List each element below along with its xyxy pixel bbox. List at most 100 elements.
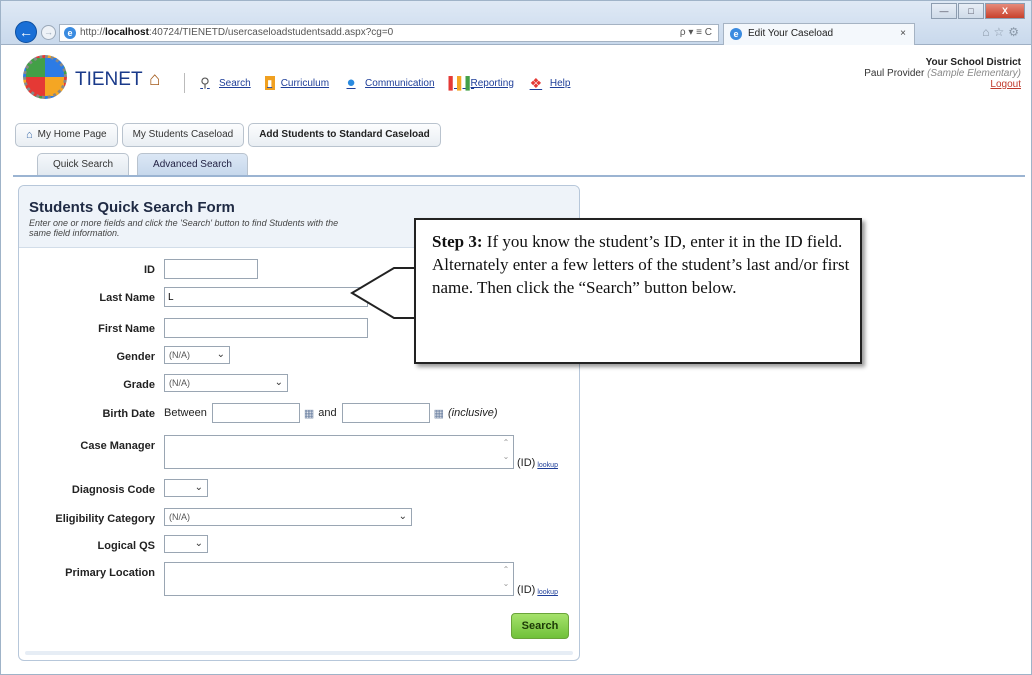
close-window-button[interactable]: X: [985, 3, 1025, 19]
chevron-down-icon: ⌄: [274, 377, 283, 388]
birth-date-label: Birth Date: [102, 408, 155, 420]
nav-curriculum[interactable]: ▮ Curriculum: [264, 76, 330, 90]
provider-name: Paul Provider: [864, 68, 925, 79]
maximize-button[interactable]: □: [958, 3, 984, 19]
eligibility-value: (N/A): [169, 512, 190, 522]
search-button[interactable]: Search: [511, 613, 569, 639]
crumb-my-home-page[interactable]: ⌂ My Home Page: [15, 123, 118, 147]
row-primary-location: Primary Location ⌃ ⌄ (ID) lookup: [19, 562, 579, 598]
logical-qs-select[interactable]: ⌄: [164, 535, 208, 553]
nav-curriculum-label: Curriculum: [280, 77, 330, 89]
help-icon: ❖: [529, 75, 543, 91]
browser-window: — □ X ← → e http://localhost:40724/TIENE…: [0, 0, 1032, 675]
row-eligibility: Eligibility Category (N/A) ⌄: [19, 508, 579, 532]
gender-select[interactable]: (N/A) ⌄: [164, 346, 230, 364]
row-grade: Grade (N/A) ⌄: [19, 374, 579, 398]
breadcrumb: ⌂ My Home Page My Students Caseload Add S…: [15, 123, 441, 147]
form-subtitle: Enter one or more fields and click the '…: [29, 218, 339, 238]
tab-underline: [13, 175, 1025, 177]
address-bar[interactable]: e http://localhost:40724/TIENETD/usercas…: [59, 24, 719, 42]
search-tabs: Quick Search Advanced Search: [37, 153, 248, 175]
primary-location-label: Primary Location: [65, 567, 155, 579]
address-controls[interactable]: ρ ▾ ≡ C: [680, 25, 712, 41]
ie-tab-icon: e: [730, 28, 742, 40]
tienet-logo-icon: [23, 55, 67, 99]
callout-step: Step 3:: [432, 232, 483, 251]
callout-text: If you know the student’s ID, enter it i…: [432, 232, 850, 297]
nav-help-label: Help: [549, 77, 571, 89]
window-controls: — □ X: [931, 3, 1025, 19]
browser-toolbar: — □ X ← → e http://localhost:40724/TIENE…: [1, 1, 1031, 45]
crumb-add-students[interactable]: Add Students to Standard Caseload: [248, 123, 441, 147]
last-name-input[interactable]: [164, 287, 368, 307]
eligibility-select[interactable]: (N/A) ⌄: [164, 508, 412, 526]
back-arrow-icon[interactable]: ←: [15, 21, 37, 43]
calendar-icon[interactable]: ▦: [434, 407, 444, 420]
nav-help[interactable]: ❖ Help: [528, 75, 571, 91]
id-input[interactable]: [164, 259, 258, 279]
form-title: Students Quick Search Form: [29, 199, 235, 216]
birth-date-to-input[interactable]: [341, 403, 430, 423]
close-tab-icon[interactable]: ×: [900, 24, 906, 44]
browser-tab[interactable]: e Edit Your Caseload ×: [723, 23, 915, 45]
primary-location-lookup-link[interactable]: lookup: [537, 589, 558, 596]
calendar-icon[interactable]: ▦: [304, 407, 314, 420]
nav-reporting-label: Reporting: [470, 77, 514, 89]
provider-school: (Sample Elementary): [927, 68, 1021, 79]
row-diagnosis-code: Diagnosis Code ⌄: [19, 479, 579, 503]
first-name-input[interactable]: [164, 318, 368, 338]
home-icon: ⌂: [26, 129, 33, 141]
tab-quick-search[interactable]: Quick Search: [37, 153, 130, 175]
grade-label: Grade: [123, 379, 155, 391]
nav-reporting[interactable]: ▌▌▌ Reporting: [449, 75, 514, 91]
between-label: Between: [164, 407, 207, 419]
app-header: TIENET ⌂ ⚲ Search ▮ Curriculum ● Communi…: [9, 53, 1027, 111]
minimize-button[interactable]: —: [931, 3, 957, 19]
user-info: Your School District Paul Provider (Samp…: [864, 57, 1021, 90]
bar-chart-icon: ▌▌▌: [448, 76, 475, 90]
row-logical-qs: Logical QS ⌄: [19, 535, 579, 559]
main-nav: ⚲ Search ▮ Curriculum ● Communication ▌▌…: [184, 73, 584, 93]
case-manager-lookup-link[interactable]: lookup: [537, 462, 558, 469]
chevron-down-icon: ⌄: [194, 538, 203, 549]
gender-value: (N/A): [169, 350, 190, 360]
forward-arrow-icon[interactable]: →: [41, 25, 56, 40]
id-label: ID: [144, 264, 155, 276]
logical-qs-label: Logical QS: [97, 540, 155, 552]
diagnosis-code-label: Diagnosis Code: [71, 484, 155, 496]
chat-bubble-icon: ●: [346, 74, 356, 91]
grade-value: (N/A): [169, 378, 190, 388]
chevron-down-icon: ⌄: [398, 511, 407, 522]
diagnosis-code-select[interactable]: ⌄: [164, 479, 208, 497]
home-icon[interactable]: ⌂: [149, 69, 160, 91]
nav-divider: [184, 73, 185, 93]
nav-search-label: Search: [219, 77, 251, 89]
primary-location-id-suffix: (ID): [517, 584, 536, 596]
scroll-arrows-icon: ⌃ ⌄: [502, 565, 510, 588]
first-name-label: First Name: [98, 323, 155, 335]
last-name-label: Last Name: [99, 292, 155, 304]
form-footer-bar: [25, 651, 573, 655]
home-star-gear-icons[interactable]: ⌂☆⚙: [982, 25, 1023, 39]
case-manager-input[interactable]: ⌃ ⌄: [164, 435, 514, 469]
row-case-manager: Case Manager ⌃ ⌄ (ID) lookup: [19, 435, 579, 471]
inclusive-note: (inclusive): [447, 407, 498, 419]
grade-select[interactable]: (N/A) ⌄: [164, 374, 288, 392]
provider-line: Paul Provider (Sample Elementary): [864, 68, 1021, 79]
crumb-my-students-caseload[interactable]: My Students Caseload: [121, 123, 245, 147]
instruction-callout: Step 3: If you know the student’s ID, en…: [414, 218, 862, 364]
ie-page-icon: e: [64, 27, 76, 39]
logout-link[interactable]: Logout: [864, 79, 1021, 90]
nav-search[interactable]: ⚲ Search: [197, 75, 251, 91]
eligibility-label: Eligibility Category: [55, 513, 155, 525]
url-text: http://localhost:40724/TIENETD/usercasel…: [80, 27, 394, 38]
birth-date-from-input[interactable]: [211, 403, 300, 423]
primary-location-input[interactable]: ⌃ ⌄: [164, 562, 514, 596]
book-icon: ▮: [264, 76, 275, 90]
nav-communication[interactable]: ● Communication: [343, 74, 435, 91]
gender-label: Gender: [116, 351, 155, 363]
tab-advanced-search[interactable]: Advanced Search: [137, 153, 248, 175]
crumb-label: My Home Page: [37, 129, 107, 140]
and-label: and: [318, 407, 337, 419]
search-icon: ⚲: [200, 75, 210, 90]
